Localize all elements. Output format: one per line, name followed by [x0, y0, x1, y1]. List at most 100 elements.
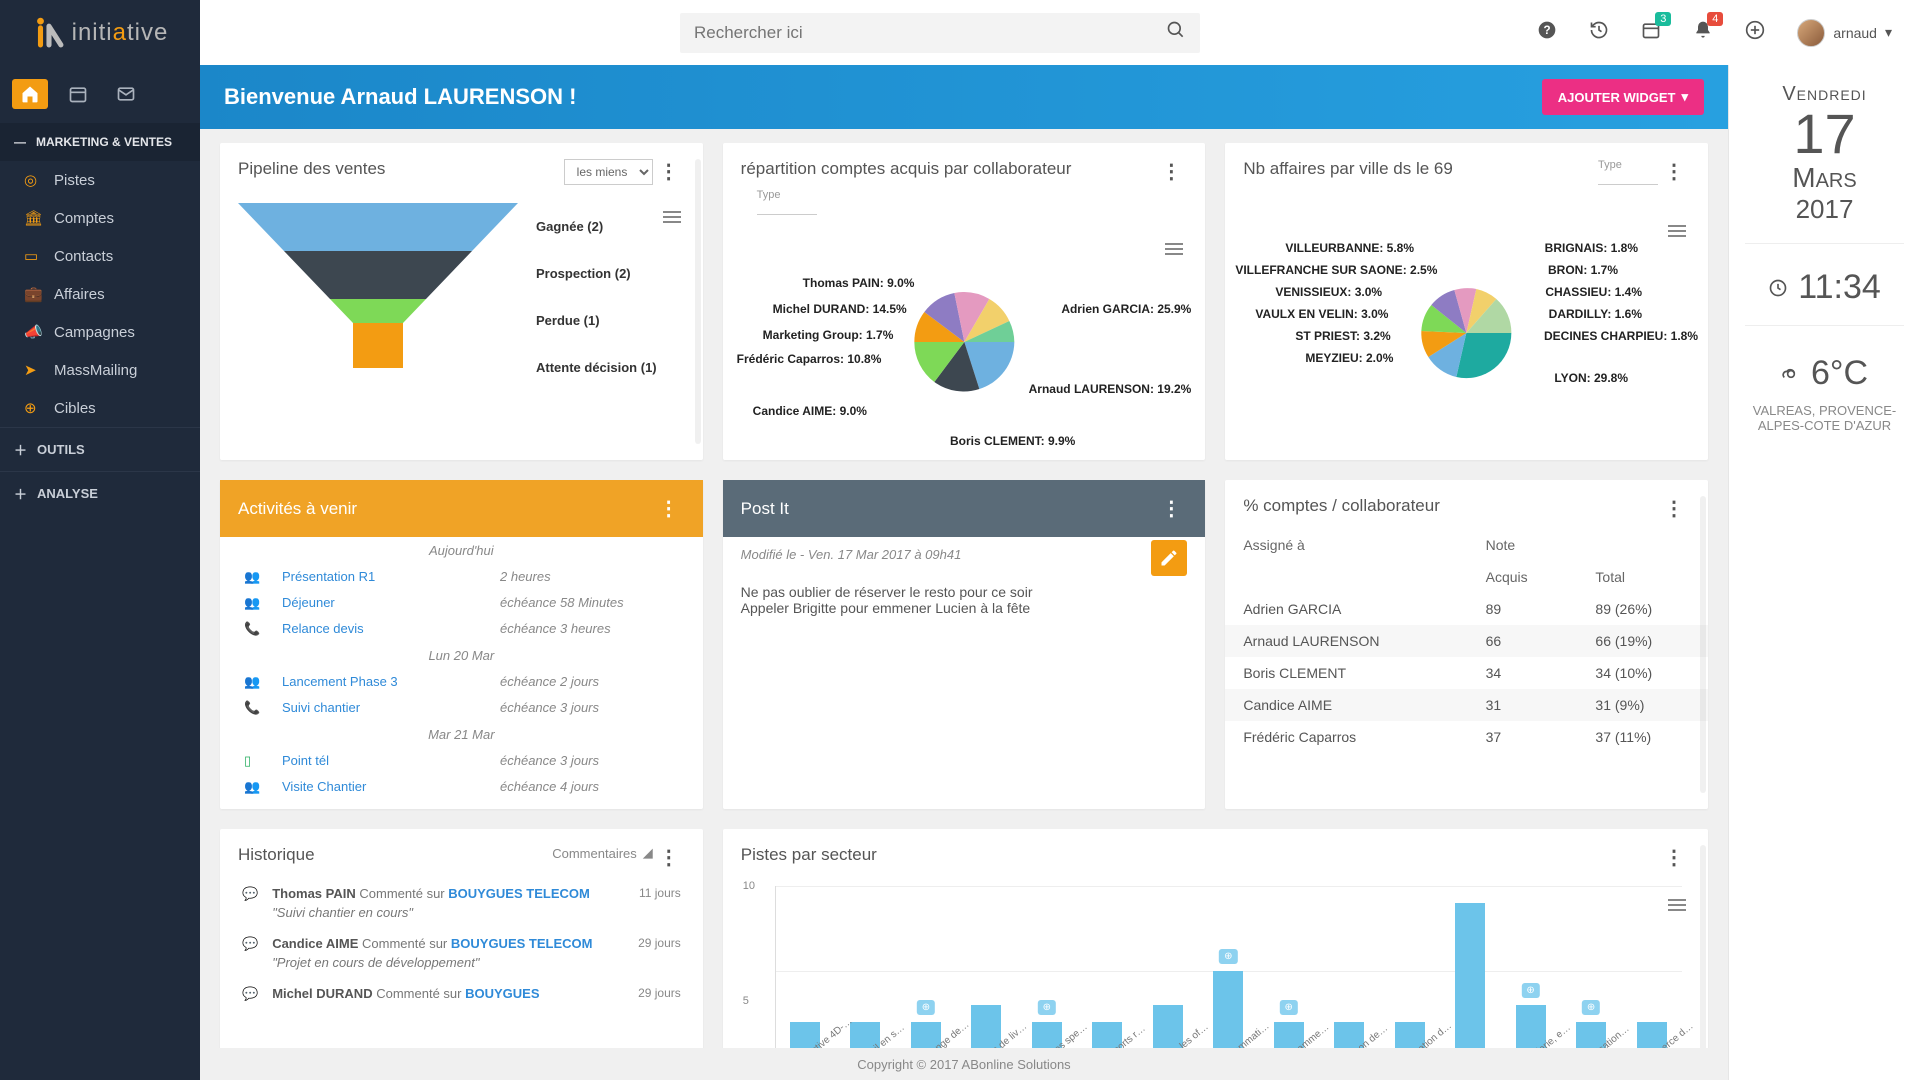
- minus-icon: —: [14, 135, 26, 149]
- history-row[interactable]: 💬 Thomas PAIN Commenté sur BOUYGUES TELE…: [220, 878, 703, 928]
- comments-filter[interactable]: Commentaires◢: [552, 845, 653, 861]
- sidebar-item-massmailing[interactable]: ➤MassMailing: [0, 351, 200, 389]
- mobile-icon: ▯: [244, 753, 264, 769]
- chevron-down-icon: ▾: [1681, 89, 1688, 105]
- widget-pipeline: Pipeline des ventes les miens ⋮ Gagnée (…: [220, 143, 703, 460]
- activity-row[interactable]: 👥Visite Chantieréchéance 4 jours: [220, 774, 703, 809]
- add-icon[interactable]: [1745, 20, 1765, 45]
- welcome-bar: Bienvenue Arnaud LAURENSON ! AJOUTER WID…: [200, 65, 1728, 129]
- day-number: 17: [1729, 106, 1920, 162]
- sidebar-item-campagnes[interactable]: 📣Campagnes: [0, 313, 200, 351]
- search-box[interactable]: [680, 13, 1200, 53]
- briefcase-icon: 💼: [24, 285, 42, 303]
- postit-text: Ne pas oublier de réserver le resto pour…: [741, 584, 1188, 600]
- widget-villes: Nb affaires par ville ds le 69 Type ⋮: [1225, 143, 1708, 460]
- bar-chart: 10 5 0 ⊕⊕⊕⊕⊕⊕ Interactive 4D-…Conseil en…: [743, 886, 1688, 1048]
- sidebar-section-outils[interactable]: ＋OUTILS: [0, 427, 200, 471]
- table-row[interactable]: Arnaud LAURENSON6666 (19%): [1225, 625, 1708, 657]
- widget-menu-icon[interactable]: ⋮: [1155, 159, 1187, 184]
- brand-mark-icon: [32, 16, 66, 50]
- activity-row[interactable]: 👥Déjeuneréchéance 58 Minutes: [220, 590, 703, 616]
- calendar-nav-icon[interactable]: [60, 79, 96, 109]
- funnel-label: Prospection (2): [536, 250, 685, 297]
- building-icon: 🏛: [24, 209, 42, 227]
- user-menu[interactable]: arnaud ▾: [1797, 19, 1892, 47]
- widget-menu-icon[interactable]: ⋮: [1658, 496, 1690, 521]
- chart-menu-icon[interactable]: [663, 211, 681, 223]
- month: Mars: [1729, 162, 1920, 194]
- sidebar-section-marketing[interactable]: —MARKETING & VENTES: [0, 123, 200, 161]
- history-row[interactable]: 💬 Candice AIME Commenté sur BOUYGUES TEL…: [220, 928, 703, 978]
- sidebar-item-affaires[interactable]: 💼Affaires: [0, 275, 200, 313]
- widget-historique: Historique Commentaires◢ ⋮ 💬 Thomas PAIN…: [220, 829, 703, 1048]
- page-title: Bienvenue Arnaud LAURENSON !: [224, 84, 576, 110]
- sidebar: —MARKETING & VENTES ◎Pistes 🏛Comptes ▭Co…: [0, 65, 200, 1080]
- sidebar-item-comptes[interactable]: 🏛Comptes: [0, 199, 200, 237]
- widget-title: % comptes / collaborateur: [1243, 496, 1658, 516]
- activity-row[interactable]: 👥Présentation R12 heures: [220, 564, 703, 590]
- send-icon: ➤: [24, 361, 42, 379]
- comptes-table: Assigné àNote AcquisTotal Adrien GARCIA8…: [1225, 529, 1708, 753]
- meeting-icon: 👥: [244, 569, 264, 585]
- funnel-label: Attente décision (1): [536, 344, 685, 391]
- search-icon[interactable]: [1166, 20, 1186, 46]
- history-row[interactable]: 💬 Michel DURAND Commenté sur BOUYGUES 29…: [220, 978, 703, 1018]
- widget-menu-icon[interactable]: ⋮: [653, 496, 685, 521]
- sidebar-item-pistes[interactable]: ◎Pistes: [0, 161, 200, 199]
- mail-nav-icon[interactable]: [108, 79, 144, 109]
- pencil-icon: [1159, 548, 1179, 568]
- table-row[interactable]: Frédéric Caparros3737 (11%): [1225, 721, 1708, 753]
- clock: 11:34: [1729, 268, 1920, 307]
- scrollbar[interactable]: [695, 159, 701, 444]
- funnel-chart: [238, 203, 518, 383]
- history-icon[interactable]: [1589, 20, 1609, 45]
- location: VALREAS, PROVENCE-ALPES-COTE D'AZUR: [1729, 403, 1920, 433]
- activity-row[interactable]: 📞Suivi chantieréchéance 3 jours: [220, 695, 703, 721]
- calendar-icon[interactable]: 3: [1641, 20, 1661, 45]
- widget-title: Activités à venir: [238, 499, 653, 519]
- meeting-icon: 👥: [244, 595, 264, 611]
- edit-button[interactable]: [1151, 540, 1187, 576]
- activity-row[interactable]: 📞Relance deviséchéance 3 heures: [220, 616, 703, 642]
- sidebar-item-contacts[interactable]: ▭Contacts: [0, 237, 200, 275]
- postit-text: Appeler Brigitte pour emmener Lucien à l…: [741, 600, 1188, 616]
- bell-icon[interactable]: 4: [1693, 20, 1713, 45]
- widget-menu-icon[interactable]: ⋮: [653, 845, 685, 870]
- avatar: [1797, 19, 1825, 47]
- plus-icon: ＋: [14, 484, 27, 503]
- widget-title: répartition comptes acquis par collabora…: [741, 159, 1156, 179]
- type-filter[interactable]: Type: [757, 189, 817, 215]
- calendar-badge: 3: [1655, 12, 1671, 26]
- table-row[interactable]: Boris CLEMENT3434 (10%): [1225, 657, 1708, 689]
- widget-title: Pistes par secteur: [741, 845, 1658, 865]
- widget-menu-icon[interactable]: ⋮: [1658, 845, 1690, 870]
- widget-activities: Activités à venir ⋮ Aujourd'hui 👥Présent…: [220, 480, 703, 809]
- help-icon[interactable]: ?: [1537, 20, 1557, 45]
- sidebar-item-cibles[interactable]: ⊕Cibles: [0, 389, 200, 427]
- widget-menu-icon[interactable]: ⋮: [1658, 159, 1690, 184]
- table-row[interactable]: Candice AIME3131 (9%): [1225, 689, 1708, 721]
- search-input[interactable]: [694, 23, 1166, 43]
- sidebar-section-analyse[interactable]: ＋ANALYSE: [0, 471, 200, 515]
- widget-title: Pipeline des ventes: [238, 159, 564, 179]
- type-filter[interactable]: Type: [1598, 159, 1658, 185]
- scrollbar[interactable]: [1700, 496, 1706, 793]
- brand-logo[interactable]: initiative: [0, 0, 200, 65]
- widget-repartition: répartition comptes acquis par collabora…: [723, 143, 1206, 460]
- add-widget-button[interactable]: AJOUTER WIDGET▾: [1542, 79, 1704, 115]
- pipeline-selector[interactable]: les miens: [564, 159, 653, 185]
- scrollbar[interactable]: [1700, 845, 1706, 1048]
- weather-icon: [1781, 364, 1801, 384]
- home-icon[interactable]: [12, 79, 48, 109]
- megaphone-icon: 📣: [24, 323, 42, 341]
- table-row[interactable]: Adrien GARCIA8989 (26%): [1225, 593, 1708, 625]
- widget-secteur: Pistes par secteur ⋮ 10 5 0 ⊕⊕⊕⊕⊕⊕ Inter…: [723, 829, 1708, 1048]
- phone-icon: 📞: [244, 621, 264, 637]
- activity-row[interactable]: 👥Lancement Phase 3échéance 2 jours: [220, 669, 703, 695]
- widget-menu-icon[interactable]: ⋮: [653, 159, 685, 184]
- widget-comptes: % comptes / collaborateur ⋮ Assigné àNot…: [1225, 480, 1708, 809]
- activity-row[interactable]: ▯Point téléchéance 3 jours: [220, 748, 703, 774]
- svg-text:?: ?: [1544, 24, 1551, 37]
- contact-icon: ▭: [24, 247, 42, 265]
- widget-menu-icon[interactable]: ⋮: [1155, 496, 1187, 521]
